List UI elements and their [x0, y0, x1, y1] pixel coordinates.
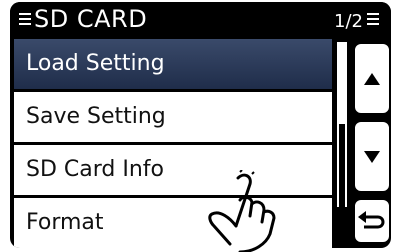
menu-lines-icon-right [367, 13, 379, 29]
back-button[interactable] [353, 198, 391, 244]
title-bar: SD CARD 1/2 [10, 2, 391, 40]
return-arrow-icon [358, 211, 385, 229]
hand-pointer-icon [208, 170, 276, 252]
scroll-down-button[interactable] [353, 120, 391, 193]
page-title: SD CARD [34, 5, 148, 33]
menu-item-save-setting[interactable]: Save Setting [14, 92, 332, 142]
page-indicator: 1/2 [334, 11, 363, 32]
menu-item-label: Format [26, 210, 104, 235]
scrollbar[interactable] [337, 42, 347, 207]
menu-item-label: SD Card Info [26, 157, 164, 182]
scroll-up-button[interactable] [353, 42, 391, 115]
menu-item-load-setting[interactable]: Load Setting [14, 39, 332, 89]
scrollbar-thumb[interactable] [339, 42, 345, 124]
menu-lines-icon [19, 13, 31, 29]
menu-item-label: Load Setting [14, 39, 332, 89]
triangle-down-icon [364, 150, 380, 163]
menu-item-label: Save Setting [26, 104, 166, 129]
triangle-up-icon [364, 72, 380, 85]
